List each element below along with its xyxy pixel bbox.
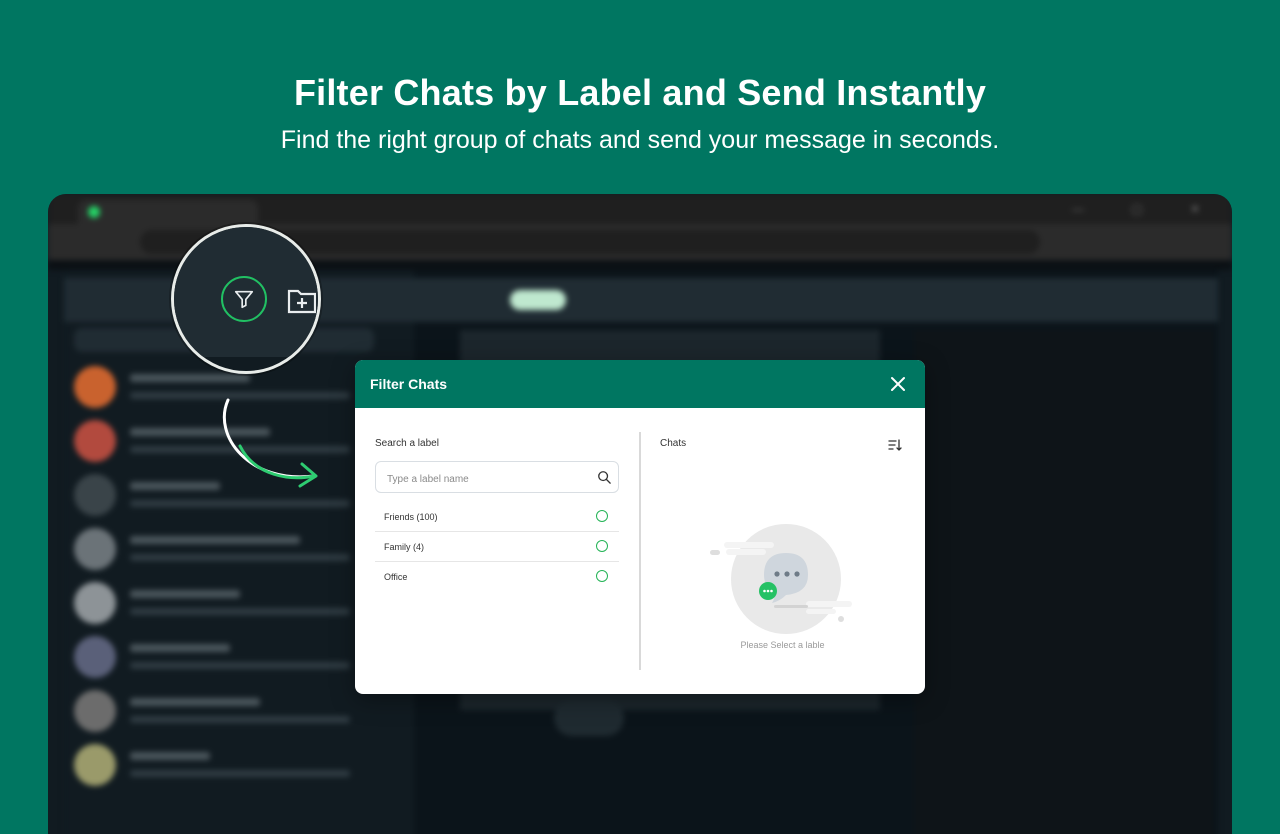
chats-heading: Chats bbox=[660, 438, 687, 449]
modal-header: Filter Chats bbox=[355, 360, 925, 408]
conversation-header bbox=[414, 278, 1218, 322]
label-radio[interactable] bbox=[596, 570, 608, 582]
filter-button[interactable] bbox=[221, 276, 267, 322]
avatar bbox=[74, 636, 116, 678]
label-search-input[interactable] bbox=[385, 469, 589, 489]
search-icon[interactable] bbox=[597, 470, 611, 484]
new-chat-icon[interactable] bbox=[286, 289, 316, 315]
hero-title: Filter Chats by Label and Send Instantly bbox=[293, 72, 987, 113]
modal-title: Filter Chats bbox=[370, 376, 448, 392]
label-item-family[interactable]: Family (4) bbox=[375, 532, 619, 562]
label-search-box bbox=[375, 461, 619, 493]
label-name: Friends (100) bbox=[384, 512, 438, 522]
label-item-friends[interactable]: Friends (100) bbox=[375, 502, 619, 532]
pane-divider bbox=[639, 432, 641, 670]
status-badge bbox=[510, 290, 566, 310]
empty-state-message: Please Select a lable bbox=[740, 640, 825, 650]
list-item bbox=[74, 686, 404, 736]
avatar bbox=[74, 582, 116, 624]
voice-message bbox=[554, 700, 624, 736]
label-name: Family (4) bbox=[384, 542, 424, 552]
magnifier-callout bbox=[171, 224, 321, 374]
side-panel bbox=[914, 330, 1214, 834]
browser-tab bbox=[78, 200, 258, 224]
label-name: Office bbox=[384, 572, 408, 582]
avatar bbox=[74, 528, 116, 570]
label-item-office[interactable]: Office bbox=[375, 562, 619, 591]
list-item bbox=[74, 740, 404, 790]
avatar bbox=[74, 420, 116, 462]
browser-tabbar: — ▢ ✕ bbox=[48, 194, 1232, 224]
hero-subtitle: Find the right group of chats and send y… bbox=[280, 126, 1000, 154]
close-icon[interactable] bbox=[889, 375, 907, 393]
avatar bbox=[74, 690, 116, 732]
avatar bbox=[74, 366, 116, 408]
sort-icon[interactable] bbox=[888, 438, 902, 452]
empty-chats-illustration bbox=[710, 524, 852, 634]
avatar bbox=[74, 474, 116, 516]
avatar bbox=[74, 744, 116, 786]
label-search-heading: Search a label bbox=[375, 438, 439, 449]
arrow-icon bbox=[222, 398, 318, 488]
label-radio[interactable] bbox=[596, 510, 608, 522]
filter-chats-modal: Filter Chats Search a label Friends (100… bbox=[355, 360, 925, 694]
filter-icon bbox=[234, 290, 254, 309]
window-controls: — ▢ ✕ bbox=[1071, 202, 1222, 216]
whatsapp-tab-icon bbox=[88, 206, 100, 218]
label-radio[interactable] bbox=[596, 540, 608, 552]
